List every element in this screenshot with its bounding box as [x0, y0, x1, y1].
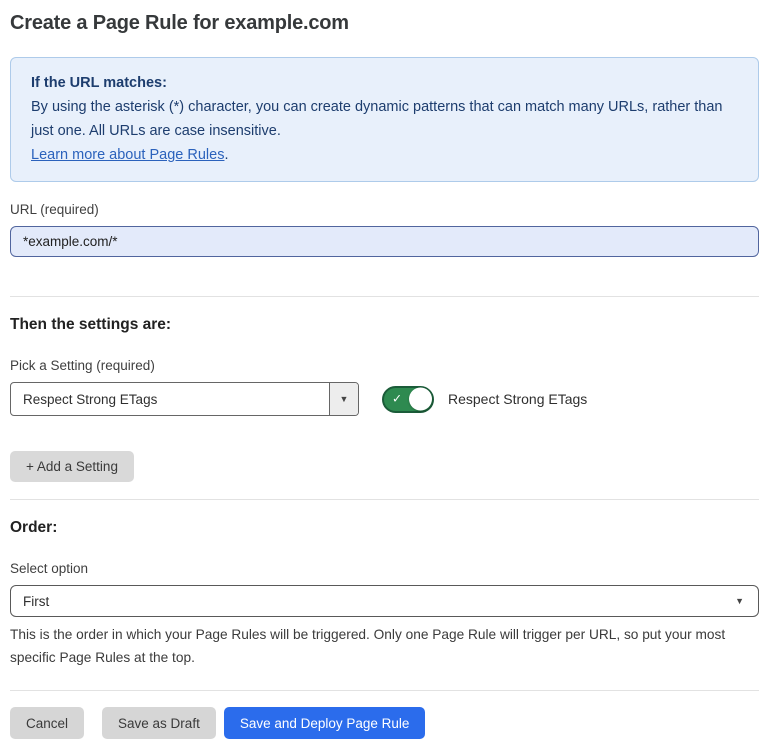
divider-after-url: [10, 296, 759, 297]
checkmark-icon: ✓: [392, 392, 402, 406]
url-input[interactable]: [10, 226, 759, 257]
chevron-down-icon: ▼: [340, 395, 349, 404]
create-page-rule-form: Create a Page Rule for example.com If th…: [0, 0, 769, 739]
toggle-label: Respect Strong ETags: [448, 391, 587, 407]
setting-toggle[interactable]: ✓: [382, 386, 434, 413]
chevron-down-icon: ▼: [735, 597, 744, 606]
footer-actions: Cancel Save as Draft Save and Deploy Pag…: [10, 707, 759, 739]
pick-setting-label: Pick a Setting (required): [10, 358, 759, 373]
divider-footer: [10, 690, 759, 691]
info-box-heading: If the URL matches:: [31, 71, 738, 95]
toggle-knob: [409, 388, 432, 411]
setting-select-arrow-button[interactable]: ▼: [329, 383, 358, 415]
setting-select-value: Respect Strong ETags: [11, 383, 329, 415]
order-select-value: First: [23, 594, 49, 609]
order-section-heading: Order:: [10, 519, 759, 537]
setting-row: Respect Strong ETags ▼ ✓ Respect Strong …: [10, 382, 759, 416]
order-help-text: This is the order in which your Page Rul…: [10, 623, 759, 669]
cancel-button[interactable]: Cancel: [10, 707, 84, 739]
link-period: .: [224, 147, 228, 163]
settings-section-heading: Then the settings are:: [10, 316, 759, 334]
save-as-draft-button[interactable]: Save as Draft: [102, 707, 216, 739]
setting-select[interactable]: Respect Strong ETags ▼: [10, 382, 359, 416]
page-title: Create a Page Rule for example.com: [10, 12, 759, 35]
url-field-label: URL (required): [10, 202, 759, 217]
learn-more-link[interactable]: Learn more about Page Rules: [31, 147, 224, 163]
url-match-info-box: If the URL matches: By using the asteris…: [10, 57, 759, 182]
info-box-body-text: By using the asterisk (*) character, you…: [31, 99, 723, 139]
save-and-deploy-button[interactable]: Save and Deploy Page Rule: [224, 707, 426, 739]
add-setting-button[interactable]: + Add a Setting: [10, 451, 134, 482]
info-box-body: By using the asterisk (*) character, you…: [31, 95, 738, 167]
order-select[interactable]: First ▼: [10, 585, 759, 617]
divider-after-settings: [10, 499, 759, 500]
order-select-label: Select option: [10, 561, 759, 576]
